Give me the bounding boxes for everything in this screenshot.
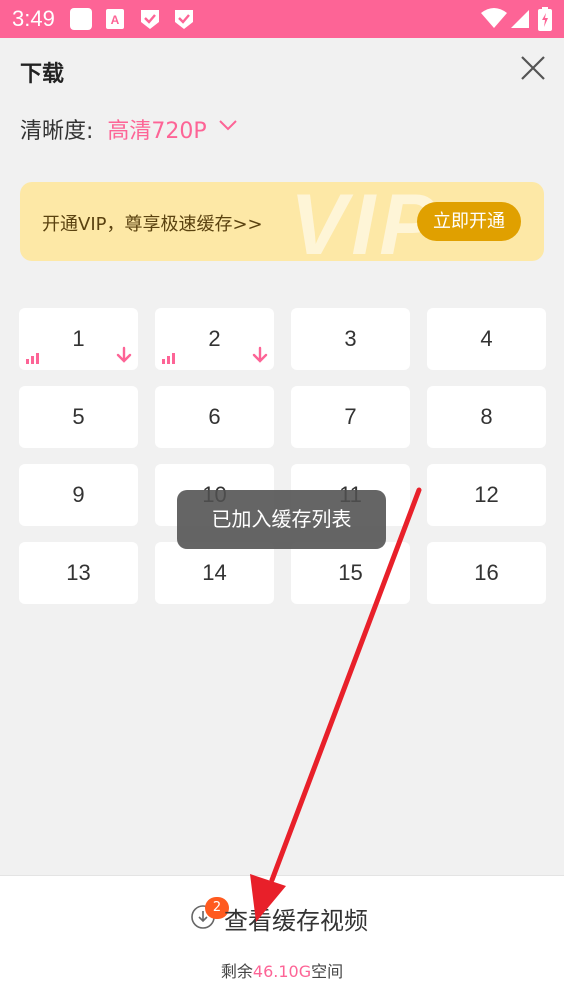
episode-1-button[interactable]: 1 [19, 308, 138, 370]
space-prefix: 剩余 [220, 962, 253, 981]
episode-number: 5 [72, 404, 85, 429]
shield-check-icon [141, 10, 159, 29]
notification-square-icon [70, 8, 92, 30]
episode-3-button[interactable]: 3 [291, 308, 410, 370]
vip-open-button[interactable]: 立即开通 [417, 202, 521, 241]
view-cache-button[interactable]: 2 查看缓存视频 [190, 896, 390, 936]
episode-13-button[interactable]: 13 [19, 542, 138, 604]
episode-number: 16 [474, 560, 499, 585]
toast-message: 已加入缓存列表 [177, 490, 386, 549]
bottom-bar: 2 查看缓存视频 剩余46.10G空间 [0, 875, 564, 1003]
signal-icon [511, 10, 529, 28]
chevron-down-icon[interactable] [218, 118, 238, 132]
quality-label: 清晰度: [20, 119, 94, 144]
episode-15-button[interactable]: 15 [291, 542, 410, 604]
signal-bars-icon [162, 353, 175, 364]
episode-number: 15 [338, 560, 363, 585]
episode-number: 4 [480, 326, 493, 351]
episode-16-button[interactable]: 16 [427, 542, 546, 604]
page-title: 下载 [20, 62, 65, 87]
episode-number: 6 [208, 404, 221, 429]
storage-remaining: 剩余46.10G空间 [0, 958, 564, 982]
download-arrow-icon [252, 346, 268, 363]
episode-5-button[interactable]: 5 [19, 386, 138, 448]
episode-9-button[interactable]: 9 [19, 464, 138, 526]
episode-number: 12 [474, 482, 499, 507]
space-suffix: 空间 [311, 962, 344, 981]
episode-6-button[interactable]: 6 [155, 386, 274, 448]
episode-number: 3 [344, 326, 357, 351]
episode-number: 14 [202, 560, 227, 585]
vip-banner[interactable]: VIP 开通VIP，尊享极速缓存>> 立即开通 [20, 182, 544, 261]
svg-text:A: A [111, 13, 120, 27]
signal-bars-icon [26, 353, 39, 364]
wifi-icon [481, 8, 507, 28]
episode-4-button[interactable]: 4 [427, 308, 546, 370]
episode-number: 9 [72, 482, 85, 507]
app-a-icon: A [106, 9, 124, 29]
episode-7-button[interactable]: 7 [291, 386, 410, 448]
episode-number: 8 [480, 404, 493, 429]
vip-promo-text[interactable]: 开通VIP，尊享极速缓存>> [42, 210, 263, 236]
episode-2-button[interactable]: 2 [155, 308, 274, 370]
space-amount: 46.10G [252, 962, 312, 981]
episode-number: 7 [344, 404, 357, 429]
quality-selector[interactable]: 清晰度: 高清720P [20, 113, 207, 145]
battery-charging-icon [538, 7, 552, 31]
quality-value[interactable]: 高清720P [107, 119, 206, 144]
download-arrow-icon [116, 346, 132, 363]
shield-check-icon [175, 10, 193, 29]
status-bar: 3:49 A [0, 0, 564, 38]
view-cache-label: 查看缓存视频 [224, 907, 368, 935]
episode-number: 13 [66, 560, 91, 585]
episode-12-button[interactable]: 12 [427, 464, 546, 526]
close-icon[interactable] [519, 54, 547, 82]
status-time: 3:49 [12, 6, 55, 31]
episode-8-button[interactable]: 8 [427, 386, 546, 448]
episode-14-button[interactable]: 14 [155, 542, 274, 604]
download-header: 下载 [0, 38, 564, 100]
